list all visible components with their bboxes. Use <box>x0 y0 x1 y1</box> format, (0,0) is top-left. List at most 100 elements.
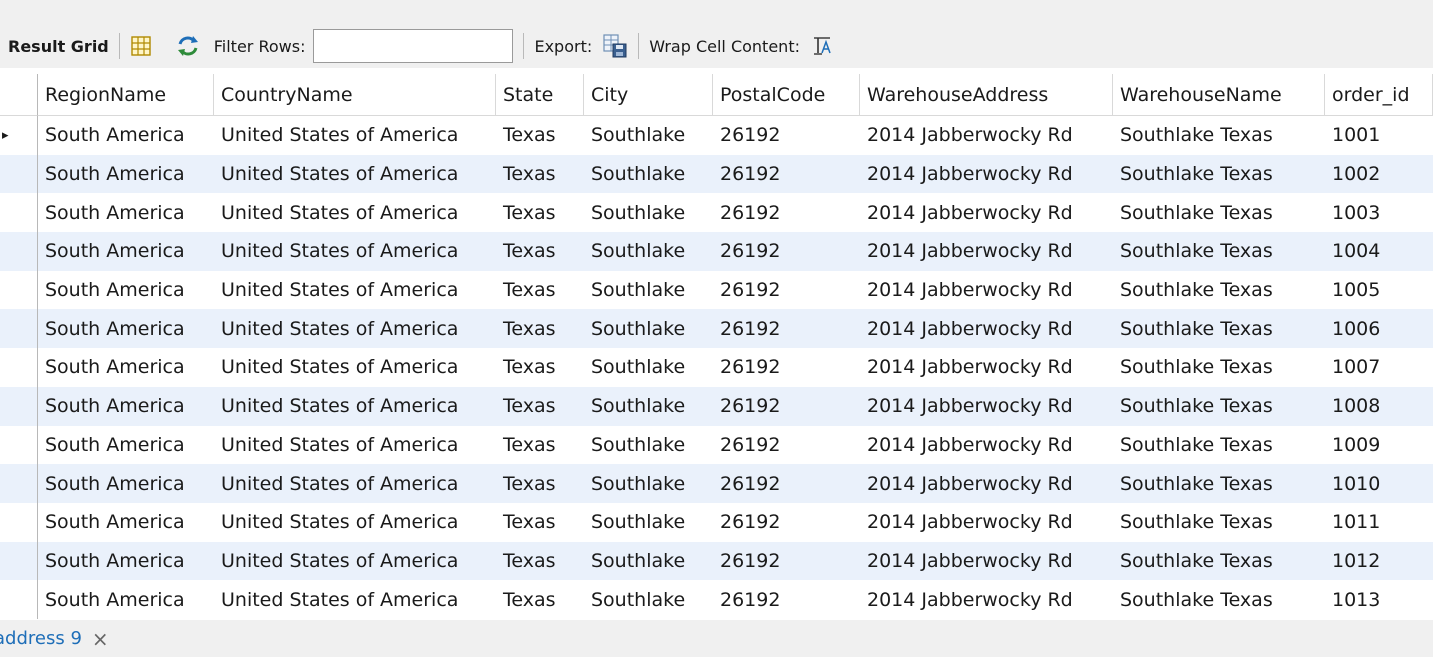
result-tab[interactable]: address 9 × <box>0 620 109 657</box>
table-cell[interactable]: Texas <box>496 348 584 387</box>
table-cell[interactable]: 26192 <box>713 193 860 232</box>
table-cell[interactable]: 2014 Jabberwocky Rd <box>860 309 1113 348</box>
table-cell[interactable]: 26192 <box>713 309 860 348</box>
table-row[interactable]: South America United States of America Tex… <box>0 309 1433 349</box>
table-cell[interactable]: 1005 <box>1325 271 1433 310</box>
table-cell[interactable]: 26192 <box>713 503 860 542</box>
table-cell[interactable]: 26192 <box>713 464 860 503</box>
table-cell[interactable]: Southlake Texas <box>1113 193 1325 232</box>
column-header[interactable]: WarehouseAddress <box>860 74 1113 116</box>
table-cell[interactable]: Texas <box>496 542 584 581</box>
column-header[interactable]: order_id <box>1325 74 1433 116</box>
table-cell[interactable]: South America <box>38 542 214 581</box>
table-cell[interactable]: Southlake Texas <box>1113 309 1325 348</box>
table-cell[interactable]: 2014 Jabberwocky Rd <box>860 503 1113 542</box>
table-cell[interactable]: 1013 <box>1325 580 1433 619</box>
table-cell[interactable]: Texas <box>496 155 584 194</box>
table-row[interactable]: South America United States of America Tex… <box>0 193 1433 233</box>
table-cell[interactable]: Southlake <box>584 542 713 581</box>
table-cell[interactable]: Southlake <box>584 155 713 194</box>
table-cell[interactable]: 2014 Jabberwocky Rd <box>860 193 1113 232</box>
table-cell[interactable]: Southlake <box>584 309 713 348</box>
wrap-cell-icon[interactable] <box>812 35 832 57</box>
table-row[interactable]: South America United States of America Tex… <box>0 541 1433 581</box>
table-cell[interactable]: United States of America <box>214 426 496 465</box>
table-cell[interactable]: South America <box>38 503 214 542</box>
table-cell[interactable]: United States of America <box>214 387 496 426</box>
row-selector[interactable] <box>0 348 38 387</box>
close-icon[interactable]: × <box>92 627 109 651</box>
table-cell[interactable]: South America <box>38 155 214 194</box>
table-cell[interactable]: South America <box>38 580 214 619</box>
table-cell[interactable]: United States of America <box>214 309 496 348</box>
table-cell[interactable]: Southlake <box>584 503 713 542</box>
table-cell[interactable]: 1010 <box>1325 464 1433 503</box>
table-cell[interactable]: 26192 <box>713 580 860 619</box>
table-cell[interactable]: 2014 Jabberwocky Rd <box>860 155 1113 194</box>
row-selector[interactable] <box>0 502 38 542</box>
table-row[interactable]: South America United States of America Tex… <box>0 464 1433 503</box>
table-cell[interactable]: United States of America <box>214 116 496 155</box>
table-cell[interactable]: 2014 Jabberwocky Rd <box>860 542 1113 581</box>
column-header[interactable]: PostalCode <box>713 74 860 116</box>
table-cell[interactable]: United States of America <box>214 503 496 542</box>
table-cell[interactable]: Southlake Texas <box>1113 232 1325 271</box>
table-cell[interactable]: 2014 Jabberwocky Rd <box>860 387 1113 426</box>
row-selector[interactable] <box>0 309 38 349</box>
column-header[interactable]: RegionName <box>38 74 214 116</box>
row-selector[interactable] <box>0 580 38 619</box>
row-selector-header[interactable] <box>0 74 38 116</box>
table-cell[interactable]: Southlake Texas <box>1113 387 1325 426</box>
table-cell[interactable]: Southlake Texas <box>1113 542 1325 581</box>
table-cell[interactable]: South America <box>38 271 214 310</box>
table-cell[interactable]: Texas <box>496 580 584 619</box>
table-cell[interactable]: Southlake <box>584 232 713 271</box>
table-cell[interactable]: Texas <box>496 426 584 465</box>
table-cell[interactable]: Southlake <box>584 193 713 232</box>
table-cell[interactable]: United States of America <box>214 155 496 194</box>
table-cell[interactable]: Texas <box>496 464 584 503</box>
row-selector[interactable] <box>0 193 38 233</box>
table-cell[interactable]: 1012 <box>1325 542 1433 581</box>
table-cell[interactable]: Southlake <box>584 464 713 503</box>
table-cell[interactable]: Southlake <box>584 348 713 387</box>
table-cell[interactable]: Texas <box>496 232 584 271</box>
table-cell[interactable]: 1001 <box>1325 116 1433 155</box>
refresh-icon[interactable] <box>176 35 200 57</box>
table-cell[interactable]: 2014 Jabberwocky Rd <box>860 348 1113 387</box>
table-cell[interactable]: Southlake <box>584 271 713 310</box>
table-row[interactable]: South America United States of America Tex… <box>0 270 1433 310</box>
table-cell[interactable]: South America <box>38 387 214 426</box>
table-cell[interactable]: United States of America <box>214 464 496 503</box>
table-cell[interactable]: 1003 <box>1325 193 1433 232</box>
table-row[interactable]: South America United States of America Tex… <box>0 425 1433 465</box>
table-cell[interactable]: Southlake <box>584 580 713 619</box>
table-cell[interactable]: 26192 <box>713 232 860 271</box>
table-cell[interactable]: United States of America <box>214 271 496 310</box>
table-cell[interactable]: United States of America <box>214 232 496 271</box>
table-cell[interactable]: Texas <box>496 309 584 348</box>
table-cell[interactable]: 2014 Jabberwocky Rd <box>860 426 1113 465</box>
table-row[interactable]: South America United States of America Tex… <box>0 232 1433 271</box>
table-cell[interactable]: South America <box>38 232 214 271</box>
export-icon[interactable] <box>602 33 628 59</box>
table-cell[interactable]: Southlake Texas <box>1113 426 1325 465</box>
table-cell[interactable]: Southlake Texas <box>1113 116 1325 155</box>
table-cell[interactable]: Texas <box>496 193 584 232</box>
row-selector[interactable] <box>0 386 38 426</box>
table-cell[interactable]: Southlake <box>584 387 713 426</box>
column-header[interactable]: City <box>584 74 713 116</box>
table-cell[interactable]: 26192 <box>713 116 860 155</box>
table-cell[interactable]: Southlake <box>584 426 713 465</box>
table-cell[interactable]: Southlake Texas <box>1113 348 1325 387</box>
row-selector[interactable] <box>0 270 38 310</box>
table-cell[interactable]: United States of America <box>214 348 496 387</box>
column-header[interactable]: CountryName <box>214 74 496 116</box>
table-cell[interactable]: Texas <box>496 387 584 426</box>
table-cell[interactable]: 2014 Jabberwocky Rd <box>860 464 1113 503</box>
table-row[interactable]: South America United States of America Tex… <box>0 502 1433 542</box>
table-cell[interactable]: South America <box>38 348 214 387</box>
table-cell[interactable]: United States of America <box>214 580 496 619</box>
table-cell[interactable]: 2014 Jabberwocky Rd <box>860 116 1113 155</box>
column-header[interactable]: State <box>496 74 584 116</box>
